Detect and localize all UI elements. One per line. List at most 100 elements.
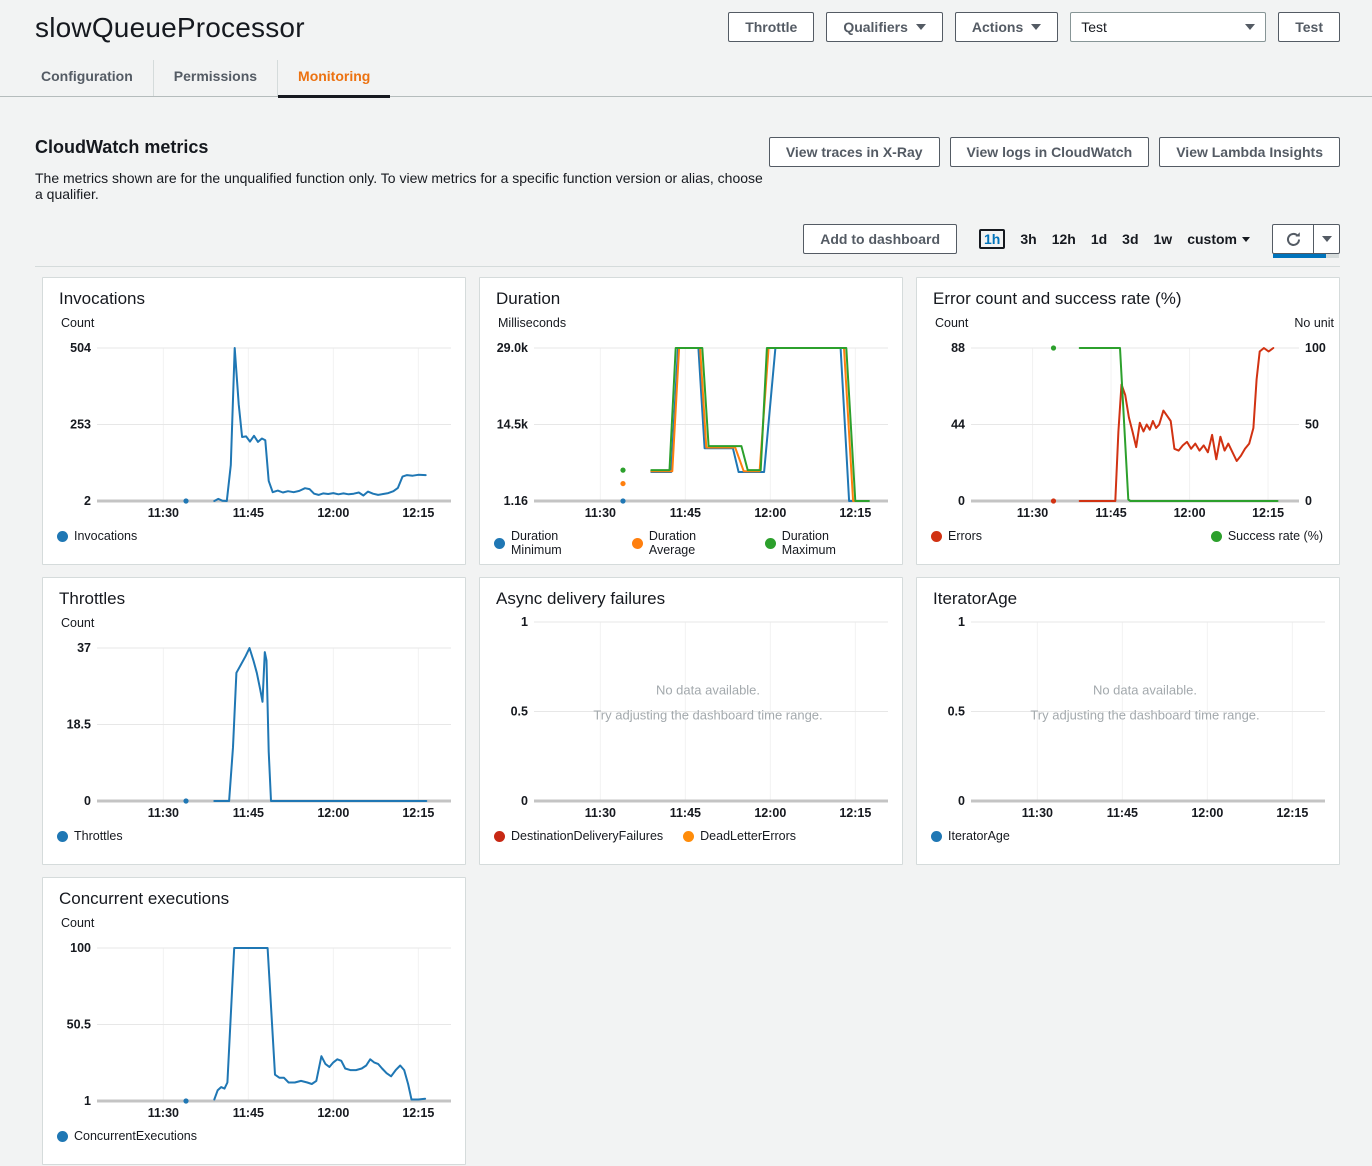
view-lambda-insights-button[interactable]: View Lambda Insights (1159, 137, 1340, 167)
svg-text:37: 37 (77, 641, 91, 655)
throttle-button[interactable]: Throttle (728, 12, 814, 42)
legend-label: ConcurrentExecutions (74, 1129, 197, 1143)
chart-title-iterator-age: IteratorAge (917, 578, 1339, 611)
legend-item[interactable]: ConcurrentExecutions (57, 1129, 197, 1143)
svg-text:0.5: 0.5 (511, 705, 528, 719)
chart-title-concurrent-executions: Concurrent executions (43, 878, 465, 911)
time-range-3d[interactable]: 3d (1122, 231, 1138, 247)
add-to-dashboard-button[interactable]: Add to dashboard (803, 224, 957, 254)
svg-text:0: 0 (521, 794, 528, 808)
refresh-icon (1285, 231, 1302, 248)
svg-text:1: 1 (84, 1094, 91, 1108)
legend-item[interactable]: Throttles (57, 829, 123, 843)
chart-plot-errors[interactable]: CountNo unit8810044500011:3011:4512:0012… (917, 311, 1340, 525)
metrics-toolbar: Add to dashboard 1h 3h 12h 1d 3d 1w cust… (35, 224, 1340, 267)
legend-label: Success rate (%) (1228, 529, 1323, 543)
svg-text:11:30: 11:30 (585, 806, 616, 820)
refresh-options-button[interactable] (1313, 225, 1339, 253)
legend-item[interactable]: Success rate (%) (1211, 529, 1323, 543)
legend-label: Invocations (74, 529, 137, 543)
svg-text:12:00: 12:00 (317, 806, 349, 820)
test-button[interactable]: Test (1278, 12, 1340, 42)
svg-text:0.5: 0.5 (948, 705, 965, 719)
svg-text:11:45: 11:45 (670, 806, 701, 820)
legend-item[interactable]: Errors (931, 529, 982, 543)
svg-text:Count: Count (61, 916, 95, 930)
test-event-select[interactable]: Test (1070, 12, 1266, 42)
chart-title-invocations: Invocations (43, 278, 465, 311)
qualifiers-button[interactable]: Qualifiers (826, 12, 943, 42)
legend-label: IteratorAge (948, 829, 1010, 843)
time-range-custom[interactable]: custom (1187, 231, 1250, 247)
legend-color-dot (683, 831, 694, 842)
legend-item[interactable]: Invocations (57, 529, 137, 543)
chevron-down-icon (916, 24, 926, 30)
svg-text:12:15: 12:15 (839, 806, 871, 820)
chart-plot-duration[interactable]: Milliseconds29.0k14.5k1.1611:3011:4512:0… (480, 311, 903, 525)
legend-item[interactable]: Duration Minimum (494, 529, 612, 557)
chart-plot-iterator-age[interactable]: 10.5011:3011:4512:0012:15No data availab… (917, 611, 1340, 825)
legend-item[interactable]: IteratorAge (931, 829, 1010, 843)
legend-label: DestinationDeliveryFailures (511, 829, 663, 843)
chart-legend-invocations: Invocations (43, 525, 465, 543)
svg-text:12:00: 12:00 (754, 806, 786, 820)
svg-text:12:15: 12:15 (402, 806, 434, 820)
svg-text:12:15: 12:15 (402, 1106, 434, 1120)
svg-text:No data available.: No data available. (1093, 683, 1197, 698)
svg-text:253: 253 (70, 418, 91, 432)
refresh-button[interactable] (1273, 225, 1313, 253)
svg-text:11:30: 11:30 (1022, 806, 1053, 820)
tab-permissions[interactable]: Permissions (153, 60, 277, 96)
chevron-down-icon (1245, 24, 1255, 30)
svg-text:12:15: 12:15 (1252, 506, 1284, 520)
chart-plot-concurrent-executions[interactable]: Count10050.5111:3011:4512:0012:15 (43, 911, 466, 1125)
legend-color-dot (931, 831, 942, 842)
chart-plot-async-delivery-failures[interactable]: 10.5011:3011:4512:0012:15No data availab… (480, 611, 903, 825)
time-range-1d[interactable]: 1d (1091, 231, 1107, 247)
time-range-12h[interactable]: 12h (1052, 231, 1076, 247)
svg-text:0: 0 (84, 794, 91, 808)
time-range-1w[interactable]: 1w (1154, 231, 1173, 247)
svg-text:12:00: 12:00 (1174, 506, 1206, 520)
svg-text:11:45: 11:45 (233, 506, 264, 520)
legend-label: Duration Maximum (782, 529, 886, 557)
time-range-3h[interactable]: 3h (1020, 231, 1036, 247)
svg-text:12:00: 12:00 (1191, 806, 1223, 820)
svg-text:504: 504 (70, 341, 91, 355)
chart-card-duration: DurationMilliseconds29.0k14.5k1.1611:301… (479, 277, 903, 565)
svg-text:Count: Count (935, 316, 969, 330)
svg-text:12:15: 12:15 (1276, 806, 1308, 820)
chart-plot-invocations[interactable]: Count504253211:3011:4512:0012:15 (43, 311, 466, 525)
svg-text:Count: Count (61, 316, 95, 330)
actions-button[interactable]: Actions (955, 12, 1058, 42)
legend-item[interactable]: DestinationDeliveryFailures (494, 829, 663, 843)
page-header: slowQueueProcessor Throttle Qualifiers A… (0, 0, 1372, 44)
throttle-button-label: Throttle (745, 19, 797, 35)
view-logs-cloudwatch-button[interactable]: View logs in CloudWatch (950, 137, 1150, 167)
chart-legend-duration: Duration Minimum Duration Average Duration… (480, 525, 902, 557)
metrics-title: CloudWatch metrics (35, 137, 769, 158)
time-range-selector: 1h 3h 12h 1d 3d 1w custom (979, 229, 1250, 249)
svg-text:100: 100 (70, 941, 91, 955)
legend-item[interactable]: Duration Maximum (765, 529, 886, 557)
chart-title-errors: Error count and success rate (%) (917, 278, 1339, 311)
tab-configuration[interactable]: Configuration (21, 60, 153, 96)
legend-item[interactable]: DeadLetterErrors (683, 829, 796, 843)
chart-card-async-delivery-failures: Async delivery failures10.5011:3011:4512… (479, 577, 903, 865)
metrics-description: The metrics shown are for the unqualifie… (35, 170, 769, 202)
svg-text:0: 0 (958, 494, 965, 508)
legend-color-dot (931, 531, 942, 542)
legend-color-dot (57, 1131, 68, 1142)
svg-text:1: 1 (521, 615, 528, 629)
chart-plot-throttles[interactable]: Count3718.5011:3011:4512:0012:15 (43, 611, 466, 825)
legend-item[interactable]: Duration Average (632, 529, 745, 557)
svg-text:12:00: 12:00 (317, 1106, 349, 1120)
actions-button-label: Actions (972, 19, 1023, 35)
chart-card-throttles: ThrottlesCount3718.5011:3011:4512:0012:1… (42, 577, 466, 865)
tab-monitoring[interactable]: Monitoring (277, 60, 390, 96)
svg-text:12:15: 12:15 (839, 506, 871, 520)
tab-bar: Configuration Permissions Monitoring (0, 60, 1372, 97)
legend-color-dot (765, 538, 776, 549)
view-traces-xray-button[interactable]: View traces in X-Ray (769, 137, 940, 167)
time-range-1h[interactable]: 1h (979, 229, 1005, 249)
